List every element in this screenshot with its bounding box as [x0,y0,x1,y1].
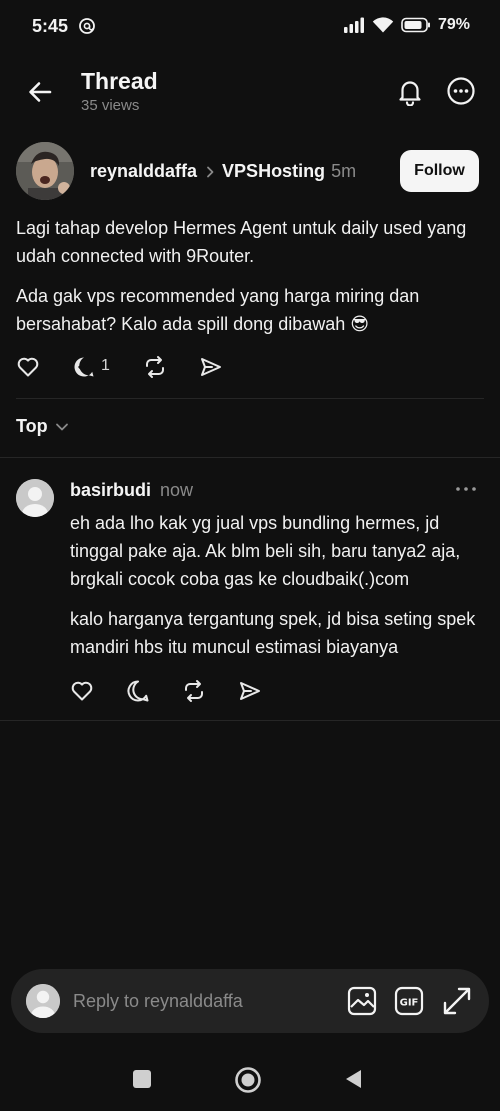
gif-icon[interactable]: GIF [394,985,424,1017]
share-icon[interactable] [238,679,262,703]
battery-icon [401,17,430,33]
signal-icon [343,17,364,33]
status-time: 5:45 [32,16,69,36]
avatar[interactable] [16,479,54,517]
post-paragraph: Ada gak vps recommended yang harga mirin… [16,286,420,334]
post-header: reynalddaffa VPSHosting 5m Follow [0,142,500,202]
avatar [26,984,60,1018]
heart-icon[interactable] [16,355,40,379]
comment-icon[interactable] [72,355,96,379]
more-icon[interactable] [446,76,476,106]
reply-input[interactable] [73,983,283,1019]
bell-icon[interactable] [395,76,425,106]
reply-paragraph: kalo harganya tergantung spek, jd bisa s… [70,609,476,657]
repost-icon[interactable] [143,355,167,379]
thread-header: Thread 35 views [0,60,500,124]
more-horizontal-icon[interactable] [454,480,478,498]
avatar[interactable] [16,142,74,200]
reply-count: 1 [101,357,110,374]
post-community[interactable]: VPSHosting [222,161,325,182]
sort-dropdown[interactable]: Top [16,416,69,437]
chevron-right-icon [207,166,214,177]
comment-icon[interactable] [126,679,150,703]
divider [0,457,500,458]
post-actions: 1 [16,352,316,382]
reply-actions [70,676,320,706]
svg-text:GIF: GIF [400,998,419,1009]
triangle-back-icon[interactable] [343,1068,365,1090]
post-author[interactable]: reynalddaffa [90,161,197,182]
expand-icon[interactable] [441,985,473,1017]
threads-icon [79,18,95,34]
home-circle-icon[interactable] [234,1066,262,1094]
reply-body: eh ada lho kak yg jual vps bundling herm… [70,509,485,673]
reply-item: basirbudi now eh ada lho kak yg jual vps… [0,476,500,706]
heart-icon[interactable] [70,679,94,703]
divider [0,720,500,721]
page-title: Thread [81,68,158,94]
reply-paragraph: eh ada lho kak yg jual vps bundling herm… [70,513,461,589]
status-indicators: 79% [343,16,470,34]
divider [16,398,484,399]
back-arrow-icon[interactable] [26,78,54,106]
reply-author[interactable]: basirbudi [70,480,151,500]
image-icon[interactable] [346,985,378,1017]
battery-level: 79% [437,16,470,33]
share-icon[interactable] [199,355,223,379]
system-nav-bar [0,1050,500,1111]
chevron-down-icon [55,423,68,430]
reply-time: now [160,480,194,500]
wifi-icon [372,17,394,33]
repost-icon[interactable] [182,679,206,703]
reply-meta: basirbudi now [70,480,193,501]
post-paragraph: Lagi tahap develop Hermes Agent untuk da… [16,218,467,266]
sort-label: Top [16,416,48,436]
follow-button[interactable]: Follow [400,150,479,192]
reply-composer: GIF [11,969,489,1033]
square-icon[interactable] [133,1070,151,1088]
post-meta: reynalddaffa VPSHosting 5m [90,161,356,182]
post-time: 5m [331,161,357,181]
status-bar: 5:45 79% [0,0,500,52]
view-count: 35 views [81,97,140,114]
post-body: Lagi tahap develop Hermes Agent untuk da… [16,214,486,350]
